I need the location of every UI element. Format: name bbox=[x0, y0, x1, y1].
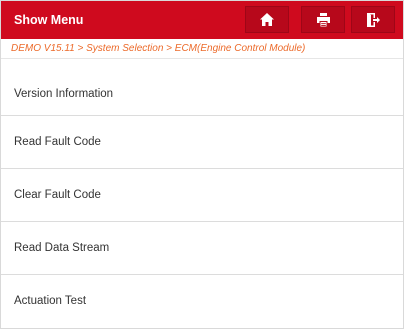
menu-item-actuation-test[interactable]: Actuation Test bbox=[1, 274, 403, 327]
function-menu: Version Information Read Fault Code Clea… bbox=[1, 58, 403, 327]
exit-button[interactable] bbox=[351, 6, 395, 33]
page-title: Show Menu bbox=[14, 13, 84, 27]
menu-item-read-data-stream[interactable]: Read Data Stream bbox=[1, 221, 403, 274]
menu-item-read-fault-code[interactable]: Read Fault Code bbox=[1, 115, 403, 168]
home-icon bbox=[260, 13, 274, 26]
print-button[interactable] bbox=[301, 6, 345, 33]
menu-item-version-information[interactable]: Version Information bbox=[1, 58, 403, 115]
breadcrumb: DEMO V15.11 > System Selection > ECM(Eng… bbox=[11, 43, 306, 54]
app-window: Show Menu DEMO V15.11 > System Selection… bbox=[0, 0, 404, 329]
exit-icon bbox=[366, 12, 380, 27]
title-bar: Show Menu bbox=[1, 1, 403, 39]
menu-item-clear-fault-code[interactable]: Clear Fault Code bbox=[1, 168, 403, 221]
print-icon bbox=[316, 12, 330, 27]
home-button[interactable] bbox=[245, 6, 289, 33]
